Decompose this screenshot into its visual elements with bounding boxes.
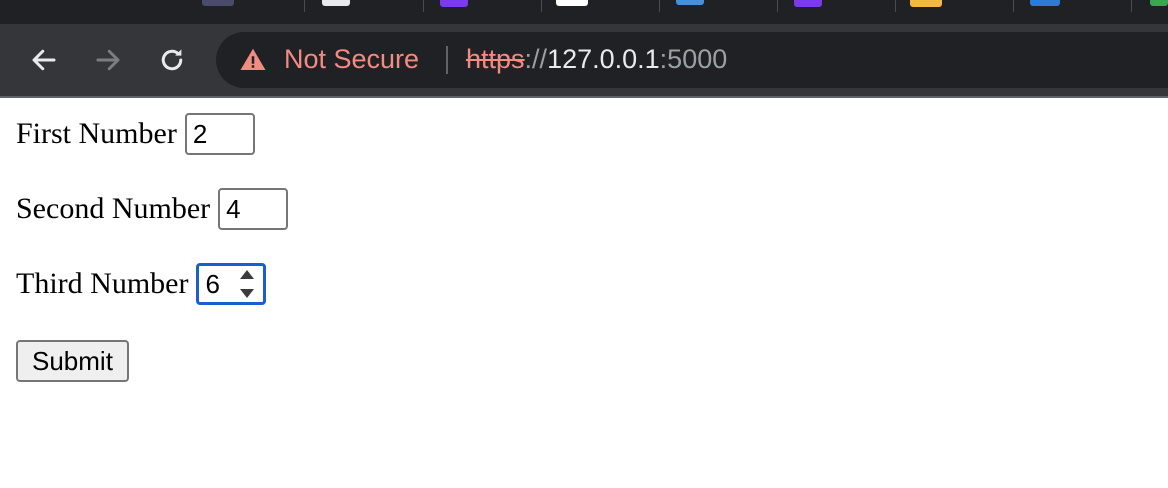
tab-favicon[interactable] [202, 0, 234, 6]
tab-favicon[interactable] [1150, 0, 1168, 6]
first-number-wrapper [184, 113, 255, 155]
back-button[interactable] [28, 44, 60, 76]
second-number-input[interactable] [218, 188, 289, 230]
tab-favicon[interactable] [910, 0, 942, 7]
warning-triangle-icon [240, 48, 266, 70]
toolbar-bottom-border [0, 96, 1168, 98]
tab-divider [659, 0, 660, 12]
browser-toolbar: Not Secure https://127.0.0.1:5000 [0, 24, 1168, 96]
omnibox-divider [446, 46, 448, 74]
security-status-label[interactable]: Not Secure [284, 44, 419, 75]
address-bar[interactable]: Not Secure https://127.0.0.1:5000 [216, 32, 1168, 88]
first-number-row: First Number [16, 112, 255, 156]
forward-arrow-icon [96, 49, 120, 71]
third-number-row: Third Number [16, 262, 267, 306]
tab-divider [1013, 0, 1014, 12]
tab-divider [895, 0, 896, 12]
number-spinner[interactable] [238, 270, 256, 298]
second-number-row: Second Number [16, 187, 289, 231]
tab-strip [0, 0, 1168, 24]
back-arrow-icon [32, 49, 56, 71]
second-number-label: Second Number [16, 192, 211, 225]
github-icon[interactable] [322, 0, 350, 6]
reload-icon [161, 49, 183, 71]
reload-button[interactable] [156, 44, 188, 76]
url-port: :5000 [659, 44, 728, 74]
second-number-wrapper [218, 188, 289, 230]
forward-button[interactable] [92, 44, 124, 76]
url-scheme: https [466, 44, 525, 74]
tab-favicon[interactable] [794, 0, 822, 7]
tab-favicon[interactable] [676, 0, 704, 5]
third-number-label: Third Number [16, 267, 189, 300]
spin-down-icon[interactable] [240, 289, 255, 298]
url-separator: :// [524, 44, 548, 74]
url-text[interactable]: https://127.0.0.1:5000 [466, 44, 727, 75]
tab-favicon[interactable] [440, 0, 468, 7]
first-number-label: First Number [16, 117, 177, 150]
url-host: 127.0.0.1 [547, 44, 660, 74]
first-number-input[interactable] [184, 113, 255, 155]
tab-divider [1131, 0, 1132, 12]
tab-divider [777, 0, 778, 12]
tab-divider [304, 0, 305, 12]
spin-up-icon[interactable] [240, 270, 255, 279]
third-number-wrapper [196, 263, 267, 305]
tab-divider [423, 0, 424, 12]
tab-favicon[interactable] [1030, 0, 1060, 6]
tab-divider [541, 0, 542, 12]
submit-button[interactable]: Submit [16, 340, 129, 382]
tab-favicon[interactable] [556, 0, 588, 6]
